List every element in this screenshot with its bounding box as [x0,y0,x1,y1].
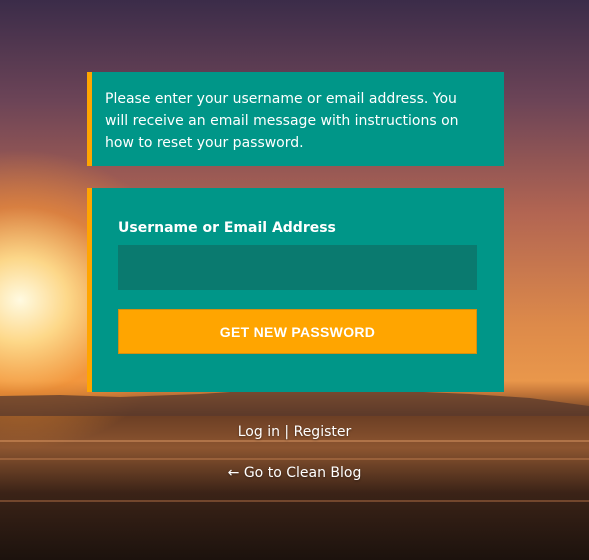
sea-reflection [0,458,589,460]
nav-separator: | [279,424,294,440]
back-to-blog: ← Go to Clean Blog [0,465,589,481]
login-register-nav: Log in | Register [0,424,589,440]
message-text: Please enter your username or email addr… [105,91,459,151]
get-new-password-button[interactable]: GET NEW PASSWORD [118,309,477,354]
reset-instructions-message: Please enter your username or email addr… [87,72,504,166]
sea-reflection [0,500,589,502]
sea-reflection [0,440,589,442]
login-link[interactable]: Log in [238,424,280,440]
username-label: Username or Email Address [118,220,336,236]
back-to-blog-link[interactable]: ← Go to Clean Blog [228,465,362,481]
username-input[interactable] [118,245,477,290]
register-link[interactable]: Register [294,424,352,440]
lost-password-form: Username or Email Address GET NEW PASSWO… [87,188,504,392]
